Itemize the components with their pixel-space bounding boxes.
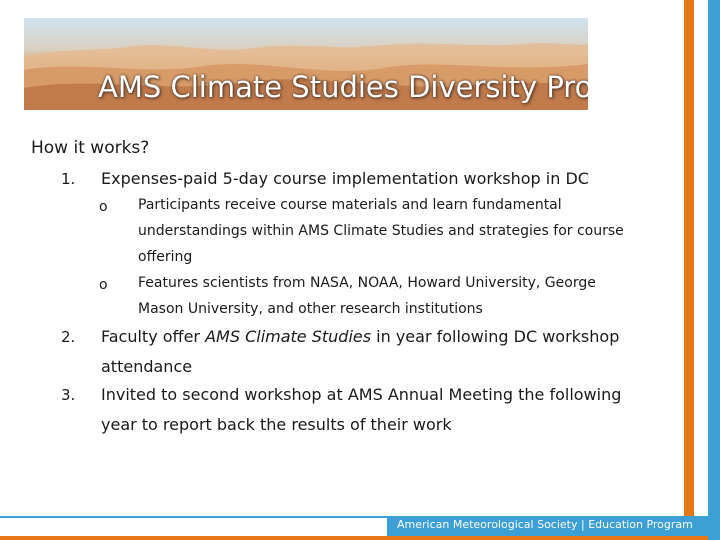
sub-item-line: Features scientists from NASA, NOAA, How… bbox=[138, 275, 596, 291]
right-accent-bar-blue bbox=[708, 0, 720, 540]
desert-banner-image: AMS Climate Studies Diversity Project bbox=[24, 18, 588, 110]
text-run: Faculty offer bbox=[101, 327, 206, 346]
list-item-text: Faculty offer AMS Climate Studies in yea… bbox=[101, 322, 661, 382]
circle-bullet-icon: o bbox=[99, 277, 108, 293]
footer-orange-strip bbox=[0, 536, 708, 540]
sub-item-line: understandings within AMS Climate Studie… bbox=[138, 223, 624, 239]
sub-item-line: Participants receive course materials an… bbox=[138, 197, 562, 213]
list-item-text: Invited to second workshop at AMS Annual… bbox=[101, 380, 671, 440]
list-item-line: Faculty offer AMS Climate Studies in yea… bbox=[101, 322, 661, 352]
text-run: in year following DC workshop bbox=[371, 327, 620, 346]
sub-item-line: offering bbox=[138, 249, 193, 265]
sub-item-text: Participants receive course materials an… bbox=[138, 192, 658, 270]
list-item-line: Invited to second workshop at AMS Annual… bbox=[101, 385, 622, 404]
list-item-line: year to report back the results of their… bbox=[101, 415, 452, 434]
sub-item-text: Features scientists from NASA, NOAA, How… bbox=[138, 270, 658, 322]
list-number: 1. bbox=[61, 170, 76, 188]
circle-bullet-icon: o bbox=[99, 199, 108, 215]
list-number: 2. bbox=[61, 328, 76, 346]
sub-item-line: Mason University, and other research ins… bbox=[138, 301, 483, 317]
list-item-line: attendance bbox=[101, 357, 193, 376]
right-accent-bar-orange bbox=[684, 0, 694, 540]
intro-heading: How it works? bbox=[31, 138, 150, 158]
footer-text: American Meteorological Society | Educat… bbox=[397, 518, 693, 531]
list-number: 3. bbox=[61, 386, 76, 404]
slide-title: AMS Climate Studies Diversity Project bbox=[98, 70, 588, 104]
course-name: AMS Climate Studies bbox=[205, 327, 372, 346]
list-item-text: Expenses-paid 5-day course implementatio… bbox=[101, 169, 589, 188]
